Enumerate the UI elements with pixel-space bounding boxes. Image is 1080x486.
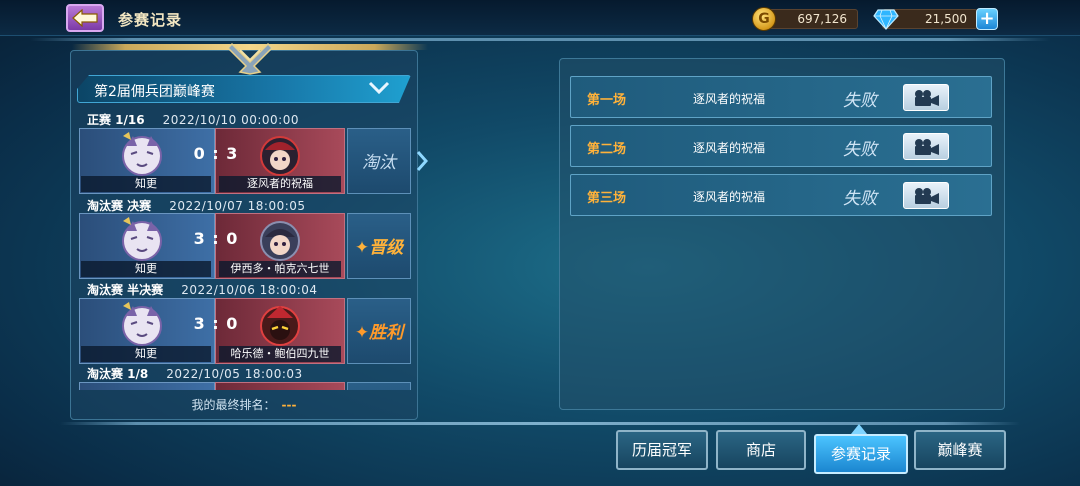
top-bar: 参赛记录 697,126 G 21,500 + xyxy=(0,0,1080,36)
opponent-avatar xyxy=(260,306,300,346)
match-header: 淘汰赛 1/8 2022/10/05 18:00:03 xyxy=(87,365,303,381)
match-result: 淘汰 xyxy=(362,153,396,173)
round-opponent: 逐风者的祝福 xyxy=(693,92,766,106)
match-datetime: 2022/10/07 18:00:05 xyxy=(169,199,306,213)
match-round: 正赛 1/16 xyxy=(87,113,145,127)
opponent-name: 哈乐德・鲍伯四九世 xyxy=(219,346,341,362)
back-button[interactable] xyxy=(66,4,104,32)
page-title: 参赛记录 xyxy=(118,11,183,29)
add-gems-button[interactable]: + xyxy=(976,8,998,30)
top-frame-line xyxy=(30,38,1050,41)
round-row: 第二场 逐风者的祝福 失败 xyxy=(570,125,992,167)
gold-coin-icon: G xyxy=(752,7,776,31)
replay-button[interactable] xyxy=(903,182,949,209)
round-row: 第三场 逐风者的祝福 失败 xyxy=(570,174,992,216)
match-header: 淘汰赛 半决赛 2022/10/06 18:00:04 xyxy=(87,281,318,297)
match-result: ✦晋级 xyxy=(354,238,404,258)
player-name: 知更 xyxy=(81,261,211,277)
match-header: 淘汰赛 决赛 2022/10/07 18:00:05 xyxy=(87,197,306,213)
round-name: 第一场 xyxy=(587,93,627,108)
match-card[interactable] xyxy=(79,382,411,390)
active-tab-pointer-icon xyxy=(851,424,867,434)
opponent-name: 逐风者的祝福 xyxy=(219,176,341,192)
round-opponent: 逐风者的祝福 xyxy=(693,141,766,155)
round-outcome: 失败 xyxy=(843,140,877,160)
video-camera-icon xyxy=(915,89,939,106)
replay-button[interactable] xyxy=(903,133,949,160)
player-avatar-tiger xyxy=(122,217,162,261)
opponent-name: 伊西多・帕克六七世 xyxy=(219,261,341,277)
final-rank-value: --- xyxy=(281,398,297,412)
tab-match-records[interactable]: 参赛记录 xyxy=(814,434,908,474)
match-header: 正赛 1/16 2022/10/10 00:00:00 xyxy=(87,111,299,127)
match-score: 0 : 3 xyxy=(193,144,239,163)
replay-button[interactable] xyxy=(903,84,949,111)
match-datetime: 2022/10/10 00:00:00 xyxy=(162,113,299,127)
match-round: 淘汰赛 决赛 xyxy=(87,199,152,213)
video-camera-icon xyxy=(915,138,939,155)
player-avatar-tiger xyxy=(122,132,162,176)
round-outcome: 失败 xyxy=(843,91,877,111)
match-score: 3 : 0 xyxy=(193,314,239,333)
round-outcome: 失败 xyxy=(843,189,877,209)
round-row: 第一场 逐风者的祝福 失败 xyxy=(570,76,992,118)
screen: 参赛记录 697,126 G 21,500 + 第2届佣兵团巅峰赛 正赛 1/1… xyxy=(0,0,1080,486)
match-round: 淘汰赛 半决赛 xyxy=(87,283,164,297)
match-card[interactable]: 0 : 3 知更 逐风者的祝福 淘汰 xyxy=(79,128,411,194)
tournament-select[interactable]: 第2届佣兵团巅峰赛 xyxy=(77,75,411,103)
gold-counter: 697,126 xyxy=(762,9,858,29)
chevron-right-icon xyxy=(416,151,428,171)
round-name: 第二场 xyxy=(587,142,627,157)
tab-peak-tournament[interactable]: 巅峰赛 xyxy=(914,430,1006,470)
match-card[interactable]: 3 : 0 知更 哈乐德・鲍伯四九世 ✦胜利 xyxy=(79,298,411,364)
round-opponent: 逐风者的祝福 xyxy=(693,190,766,204)
tab-past-champions[interactable]: 历届冠军 xyxy=(616,430,708,470)
match-datetime: 2022/10/05 18:00:03 xyxy=(166,367,303,381)
match-score: 3 : 0 xyxy=(193,229,239,248)
player-name: 知更 xyxy=(81,176,211,192)
match-card[interactable]: 3 : 0 知更 伊西多・帕克六七世 ✦晋级 xyxy=(79,213,411,279)
diamond-icon xyxy=(873,9,899,30)
player-avatar-tiger xyxy=(122,302,162,346)
final-rank-label: 我的最终排名： xyxy=(191,398,276,412)
tournament-name: 第2届佣兵团巅峰赛 xyxy=(94,84,215,100)
opponent-avatar xyxy=(260,136,300,176)
video-camera-icon xyxy=(915,187,939,204)
opponent-avatar xyxy=(260,221,300,261)
match-round: 淘汰赛 1/8 xyxy=(87,367,149,381)
crossed-swords-emblem-icon xyxy=(226,42,274,75)
match-list[interactable]: 正赛 1/16 2022/10/10 00:00:00 0 : 3 知更 逐风者的… xyxy=(79,108,413,390)
chevron-down-icon[interactable] xyxy=(368,81,390,95)
final-rank: 我的最终排名： --- xyxy=(70,396,418,413)
match-datetime: 2022/10/06 18:00:04 xyxy=(181,283,318,297)
match-result: ✦胜利 xyxy=(354,323,404,343)
tab-shop[interactable]: 商店 xyxy=(716,430,806,470)
round-name: 第三场 xyxy=(587,191,627,206)
bottom-frame-line xyxy=(60,422,1020,425)
back-arrow-icon xyxy=(72,9,98,27)
player-name: 知更 xyxy=(81,346,211,362)
